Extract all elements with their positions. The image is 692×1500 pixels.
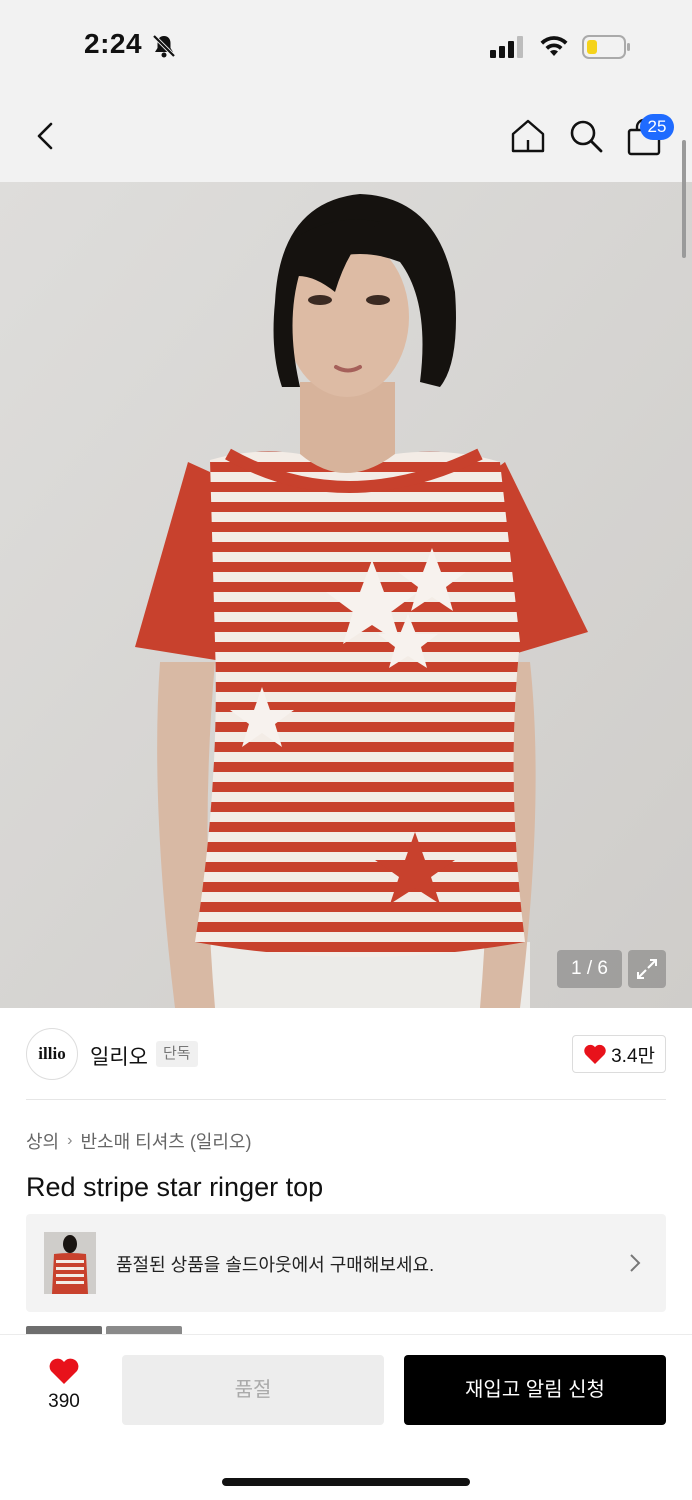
divider [26,1099,666,1100]
bottom-action-bar: 390 품절 재입고 알림 신청 [0,1334,692,1500]
wishlist-count: 390 [48,1391,80,1412]
banner-thumbnail [44,1232,96,1294]
restock-alert-button[interactable]: 재입고 알림 신청 [404,1355,666,1425]
product-title: Red stripe star ringer top [26,1172,324,1202]
expand-icon [637,959,657,979]
soldout-banner-text: 품절된 상품을 솔드아웃에서 구매해보세요. [116,1255,435,1275]
bell-muted-icon [152,34,176,58]
wishlist-button[interactable]: 390 [36,1357,92,1417]
exclusive-badge: 단독 [156,1041,198,1067]
image-counter: 1 / 6 [557,950,622,988]
brand-name[interactable]: 일리오 [90,1041,148,1071]
heart-icon [584,1044,606,1064]
status-bar: 2:24 [0,0,692,96]
chevron-right-icon: › [67,1132,73,1149]
brand-row: illio 일리오 단독 3.4만 [0,1008,692,1100]
chevron-right-icon [630,1254,641,1272]
brand-like-button[interactable]: 3.4만 [572,1035,666,1073]
status-time: 2:24 [84,28,143,59]
breadcrumb-item-subcategory[interactable]: 반소매 티셔츠 (일리오) [80,1128,251,1154]
wifi-icon [540,36,568,56]
home-icon[interactable] [508,116,548,156]
thumbnail-image [44,1232,96,1294]
home-indicator[interactable] [222,1478,470,1486]
soldout-button[interactable]: 품절 [122,1355,384,1425]
cart-count-badge: 25 [640,114,674,140]
search-icon[interactable] [566,116,606,156]
scrollbar[interactable] [682,140,686,258]
cellular-signal-icon [490,36,523,58]
expand-image-button[interactable] [628,950,666,988]
heart-icon [49,1358,79,1384]
top-nav-bar: 25 [0,96,692,182]
back-arrow-icon[interactable] [28,118,64,154]
battery-icon [582,35,630,59]
product-photo [0,182,692,1008]
breadcrumb: 상의 › 반소매 티셔츠 (일리오) [26,1128,251,1154]
brand-logo[interactable]: illio [26,1028,78,1080]
brand-like-count: 3.4만 [611,1045,655,1067]
soldout-resale-banner[interactable]: 품절된 상품을 솔드아웃에서 구매해보세요. [26,1214,666,1312]
breadcrumb-item-category[interactable]: 상의 [26,1128,59,1154]
product-image-gallery[interactable]: 1 / 6 [0,182,692,1008]
